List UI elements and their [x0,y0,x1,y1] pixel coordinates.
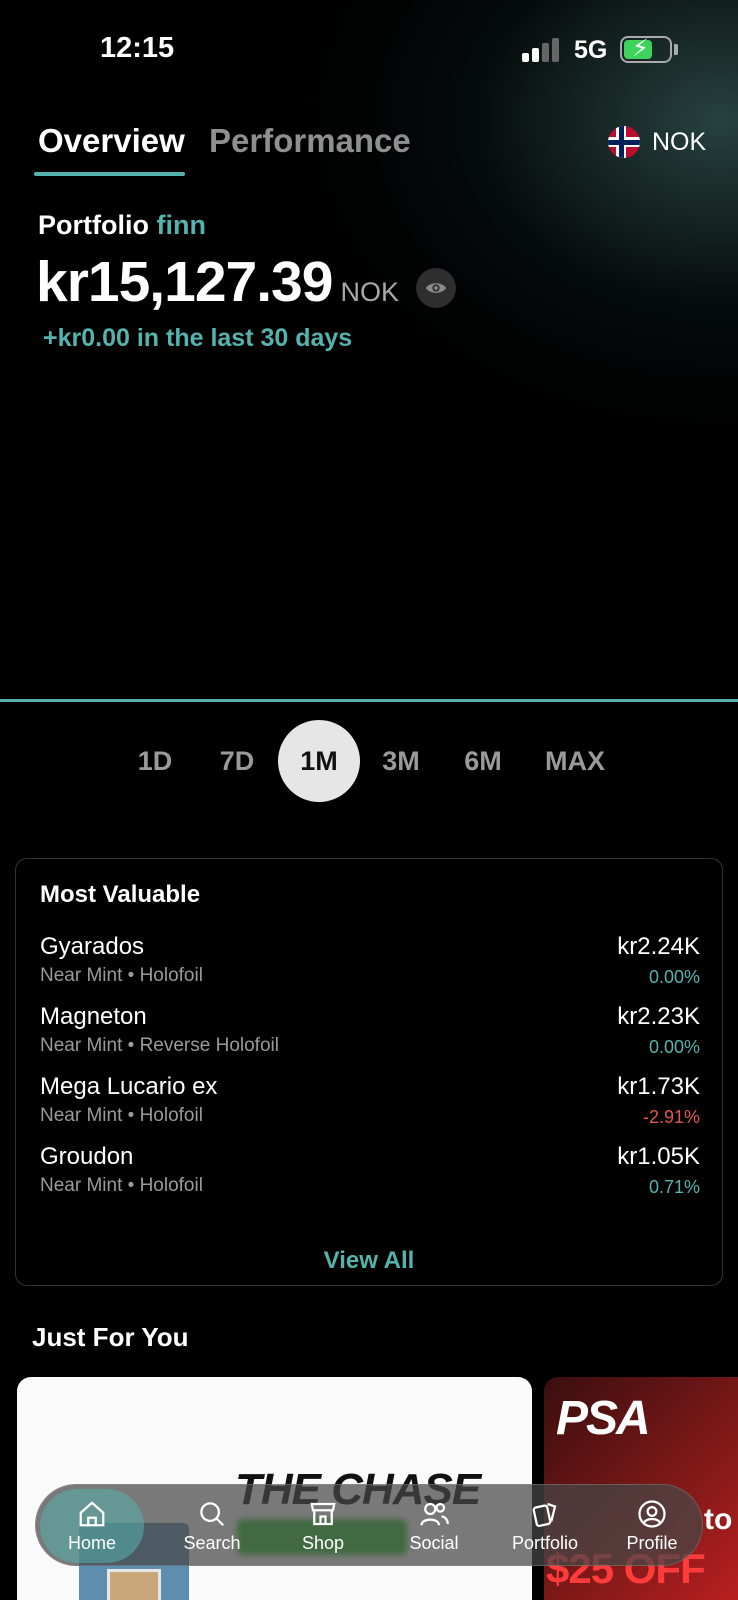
portfolio-name[interactable]: finn [157,210,206,240]
tab-label: Shop [301,1532,345,1553]
tab-search[interactable]: Search [160,1485,264,1567]
social-icon [420,1502,449,1526]
portfolio-value-unit: NOK [340,277,399,307]
tab-label: Search [183,1532,241,1553]
card-change: 0.00% [648,967,700,987]
network-type: 5G [574,36,608,64]
tab-label: Home [67,1532,116,1553]
portfolio-label: Portfolio [38,210,149,240]
view-all-link[interactable]: View All [16,1247,722,1275]
currency-selector[interactable]: NOK [608,126,706,158]
tab-profile[interactable]: Profile [600,1485,704,1567]
profile-icon [638,1499,666,1528]
most-valuable-card: Most Valuable Gyarados Near Mint • Holof… [15,858,723,1286]
card-detail: Near Mint • Holofoil [40,965,203,986]
card-change: 0.00% [648,1037,700,1057]
status-bar: 12:15 5G ⚡ [0,0,738,100]
tab-performance[interactable]: Performance [209,122,411,160]
card-price: kr2.23K [617,1003,700,1030]
portfolio-chart[interactable] [0,380,738,700]
tab-active-indicator [34,172,185,176]
home-icon [79,1500,105,1526]
most-valuable-title: Most Valuable [40,881,201,908]
range-option-1m[interactable]: 1M [278,720,360,802]
psa-text: to [704,1503,733,1536]
signal-strength-icon [522,38,562,62]
portfolio-value-row: kr15,127.39 NOK [36,252,399,312]
portfolio-change: +kr0.00 in the last 30 days [43,324,353,352]
card-change: -2.91% [642,1107,700,1127]
list-item[interactable]: Mega Lucario ex Near Mint • Holofoil kr1… [40,1073,700,1135]
tab-label: Social [409,1532,459,1553]
cards-icon [532,1502,557,1527]
range-option-6m[interactable]: 6M [442,720,524,802]
battery-tip [674,44,678,55]
tab-overview[interactable]: Overview [38,122,185,160]
card-detail: Near Mint • Reverse Holofoil [40,1035,279,1056]
card-price: kr1.73K [617,1073,700,1100]
card-price: kr1.05K [617,1143,700,1170]
search-icon [200,1501,225,1526]
norway-flag-icon [608,126,640,158]
card-detail: Near Mint • Holofoil [40,1105,203,1126]
just-for-you-title: Just For You [32,1322,189,1352]
card-change: 0.71% [648,1177,700,1197]
card-name: Groudon [40,1143,134,1170]
toggle-visibility-button[interactable] [416,268,456,308]
tab-home[interactable]: Home [40,1489,144,1563]
tab-label: Profile [626,1532,678,1553]
tab-shop[interactable]: Shop [271,1485,375,1567]
list-item[interactable]: Groudon Near Mint • Holofoil kr1.05K 0.7… [40,1143,700,1205]
portfolio-title: Portfolio finn [38,210,206,241]
status-time: 12:15 [100,32,175,64]
eye-icon [425,283,447,293]
bottom-tab-bar: Home Search Shop Social Portfolio Profil… [35,1484,703,1566]
card-name: Magneton [40,1003,147,1030]
range-option-1d[interactable]: 1D [114,720,196,802]
range-option-3m[interactable]: 3M [360,720,442,802]
shop-icon [310,1502,336,1525]
psa-logo: PSA [556,1392,651,1445]
charging-bolt-icon: ⚡ [632,35,649,62]
currency-code: NOK [652,127,707,156]
portfolio-value: kr15,127.39 [36,250,333,314]
tab-social[interactable]: Social [382,1485,486,1567]
range-option-max[interactable]: MAX [534,720,616,802]
list-item[interactable]: Magneton Near Mint • Reverse Holofoil kr… [40,1003,700,1065]
card-name: Gyarados [40,933,145,960]
chart-line [0,699,738,702]
list-item[interactable]: Gyarados Near Mint • Holofoil kr2.24K 0.… [40,933,700,995]
tab-portfolio[interactable]: Portfolio [493,1485,597,1567]
card-price: kr2.24K [617,933,700,960]
card-detail: Near Mint • Holofoil [40,1175,203,1196]
card-name: Mega Lucario ex [40,1073,218,1100]
tab-label: Portfolio [511,1532,579,1553]
range-option-7d[interactable]: 7D [196,720,278,802]
battery-icon: ⚡ [620,35,672,63]
